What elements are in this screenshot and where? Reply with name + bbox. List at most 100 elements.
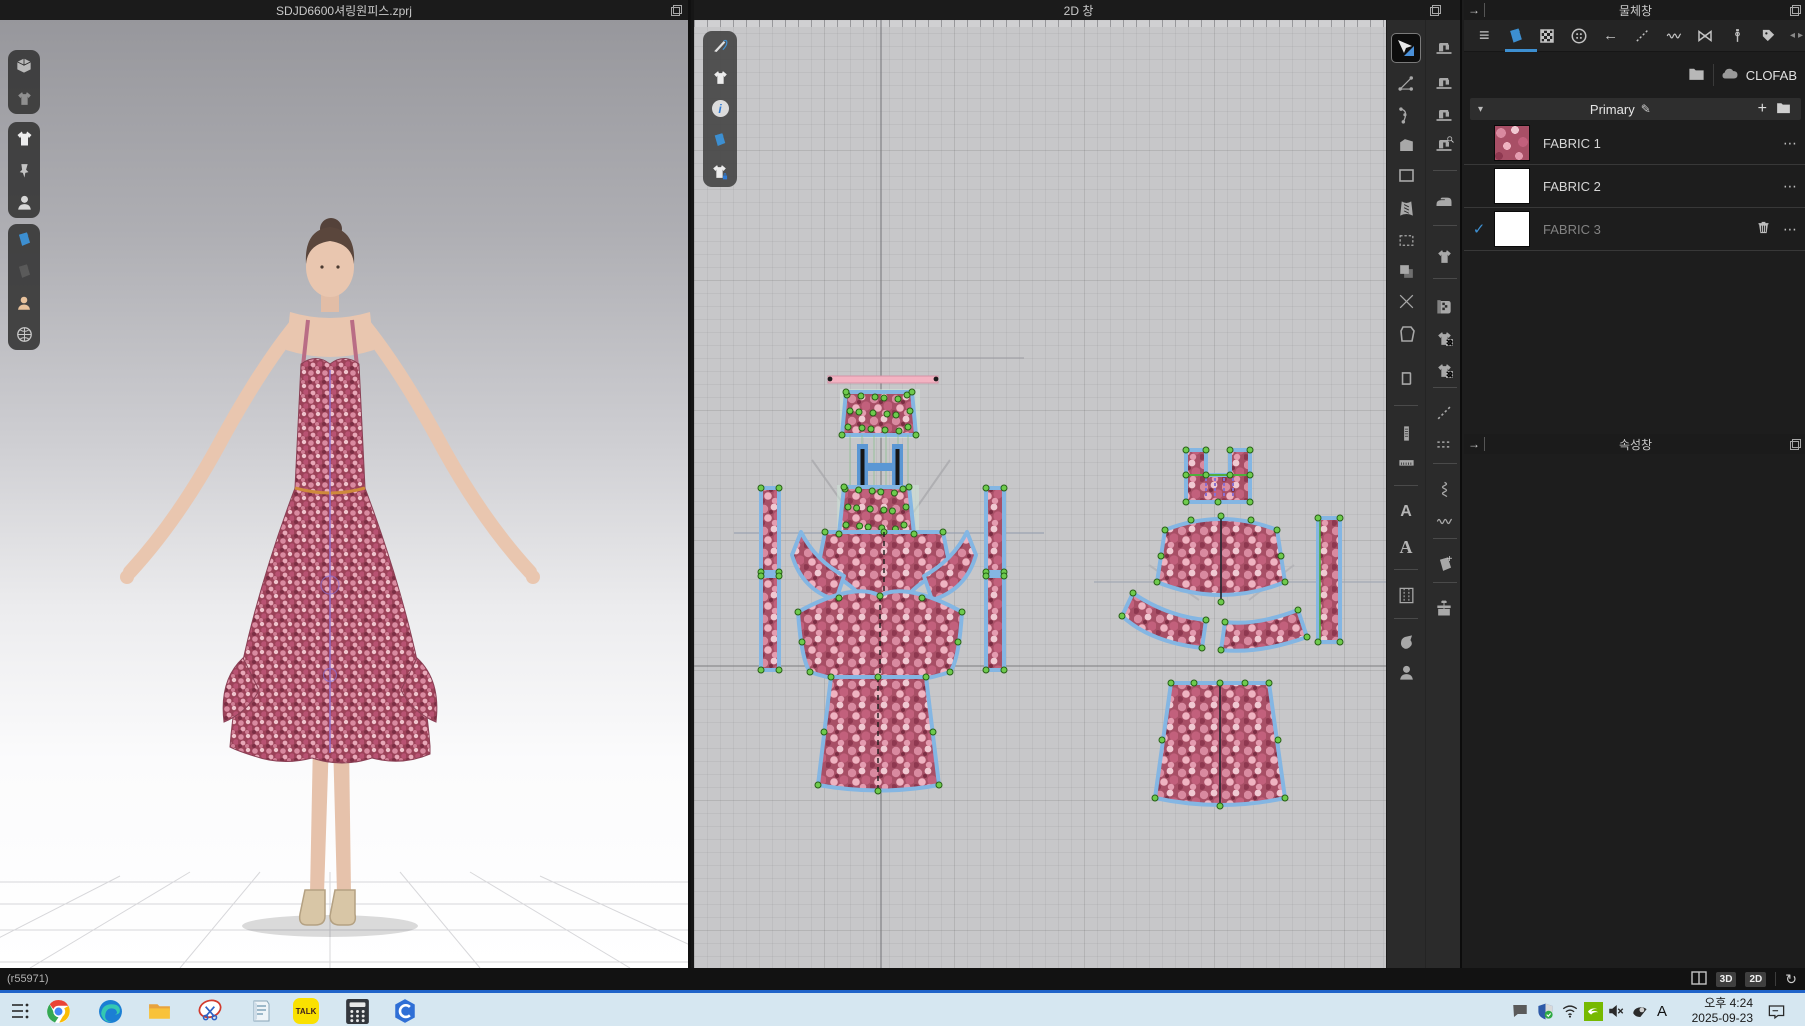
free-sewing-tool[interactable] (1430, 69, 1458, 97)
pattern-flounce-back-left[interactable] (1122, 593, 1206, 648)
pattern-side-strip-back[interactable] (1318, 518, 1340, 642)
quilting-tool[interactable] (1430, 594, 1458, 622)
show-pattern-book-tool[interactable] (1392, 364, 1420, 392)
fabric-roll-texture-tool[interactable] (1430, 292, 1458, 320)
text-cursor-tool[interactable]: A (1392, 498, 1420, 526)
grainline-tool[interactable] (1392, 287, 1420, 315)
tray-chat-icon[interactable] (1506, 997, 1534, 1025)
avatar-3d[interactable] (0, 20, 688, 968)
row-menu-icon[interactable]: ⋯ (1783, 221, 1797, 238)
pleat-tool[interactable] (1392, 581, 1420, 609)
3d-window-titlebar[interactable]: SDJD6600셔링원피스.zprj (0, 0, 688, 20)
text-tool[interactable]: A (1392, 533, 1420, 561)
taskview-icon[interactable] (6, 997, 34, 1025)
primary-section-bar[interactable]: ▾ Primary ✎ + (1470, 98, 1801, 120)
seam-ruler-horizontal-tool[interactable] (1392, 448, 1420, 476)
clo-app-icon[interactable] (391, 997, 419, 1025)
pattern-side-strip[interactable] (761, 488, 779, 572)
fabric-blue-icon[interactable] (12, 228, 36, 252)
notepad-icon[interactable] (247, 997, 275, 1025)
kakaotalk-icon[interactable]: TALK (292, 997, 320, 1025)
pattern-group-front[interactable] (758, 376, 1007, 794)
view-2d-button[interactable]: 2D (1745, 972, 1766, 987)
view-3d-button[interactable]: 3D (1716, 972, 1737, 987)
tack-tool[interactable] (1430, 430, 1458, 458)
needle-tool-icon[interactable] (708, 35, 732, 59)
snipping-tool-icon[interactable] (196, 997, 224, 1025)
undock-icon[interactable] (1790, 5, 1801, 16)
calculator-icon[interactable] (343, 997, 371, 1025)
clofab-label[interactable]: CLOFAB (1746, 68, 1797, 83)
pattern-flounce-back-right[interactable] (1221, 610, 1307, 651)
undock-icon[interactable] (1790, 439, 1801, 450)
add-fabric-tool[interactable]: + (1430, 550, 1458, 578)
clone-pattern-tool[interactable] (1392, 257, 1420, 285)
mn-sewing-tool[interactable] (1430, 101, 1458, 129)
texture-shirt-tool[interactable] (1430, 356, 1458, 384)
fabric-swatch[interactable] (1494, 211, 1530, 247)
undock-icon[interactable] (1430, 5, 1441, 16)
3d-viewport[interactable] (0, 20, 688, 968)
elastic-band-tool[interactable] (1430, 507, 1458, 535)
button-tab-icon[interactable] (1569, 25, 1590, 47)
globe-icon[interactable] (12, 322, 36, 346)
fabric-tab-icon[interactable] (1506, 25, 1527, 47)
info-icon[interactable]: i (708, 97, 732, 121)
garment-points-icon[interactable] (12, 86, 36, 110)
undock-icon[interactable] (671, 5, 682, 16)
chrome-icon[interactable] (44, 997, 72, 1025)
edit-pattern-tool[interactable] (1392, 69, 1420, 97)
puckering-tab-icon[interactable] (1664, 25, 1685, 47)
fabric-row-selected[interactable]: ✓ FABRIC 3 ⋯ (1464, 208, 1805, 251)
row-menu-icon[interactable]: ⋯ (1783, 135, 1797, 152)
rename-pencil-icon[interactable]: ✎ (1641, 102, 1651, 116)
collapse-arrow-icon[interactable]: → (1468, 3, 1485, 17)
file-explorer-icon[interactable] (145, 997, 173, 1025)
avatar-bust-icon[interactable] (12, 190, 36, 214)
2d-pattern-canvas[interactable]: i A (694, 20, 1463, 968)
topstitch-arrow-icon[interactable]: ← (1600, 25, 1621, 47)
add-fabric-button[interactable]: + (1758, 100, 1767, 118)
label-tab-icon[interactable] (1758, 25, 1779, 47)
tab-nav-left-icon[interactable]: ◂ (1790, 30, 1795, 41)
elastic-vertical-tool[interactable] (1430, 475, 1458, 503)
shirt-tool-icon[interactable] (708, 66, 732, 90)
sync-refresh-icon[interactable]: ↻ (1785, 972, 1797, 986)
fabric-dark-icon[interactable] (12, 259, 36, 283)
edit-curvature-tool[interactable] (1392, 101, 1420, 129)
tray-ime-korean[interactable]: A (1648, 997, 1676, 1025)
basting-tool[interactable] (1430, 398, 1458, 426)
trim-tab-icon[interactable] (1537, 25, 1558, 47)
seam-ruler-vertical-tool[interactable] (1392, 419, 1420, 447)
drape-fabric-tool[interactable] (1392, 628, 1420, 656)
fabric-row[interactable]: FABRIC 2 ⋯ (1464, 165, 1805, 208)
object-window-titlebar[interactable]: → 물체창 (1464, 0, 1805, 20)
2d-window-titlebar[interactable]: 2D 창 (694, 0, 1463, 20)
fabric-row[interactable]: FABRIC 1 ⋯ (1464, 122, 1805, 165)
pattern-group-back[interactable] (1119, 447, 1343, 809)
pattern-strap-band[interactable] (828, 376, 938, 383)
tab-nav-right-icon[interactable]: ▸ (1798, 30, 1803, 41)
notification-center-icon[interactable] (1762, 997, 1790, 1025)
avatar-head-icon[interactable] (12, 291, 36, 315)
taskbar-clock[interactable]: 오후 4:24 2025-09-23 (1692, 996, 1753, 1026)
row-menu-icon[interactable]: ⋯ (1783, 178, 1797, 195)
stitch-tab-icon[interactable] (1632, 25, 1653, 47)
fabric-swatch[interactable] (1494, 168, 1530, 204)
transform-pattern-tool[interactable] (1392, 34, 1420, 62)
edit-texture-shirt-tool[interactable] (1430, 324, 1458, 352)
rectangle-pattern-tool[interactable] (1392, 161, 1420, 189)
elastic-dart-tool[interactable] (1392, 226, 1420, 254)
pattern-side-strip[interactable] (986, 576, 1004, 670)
collapse-arrow-icon[interactable]: → (1468, 437, 1485, 451)
tray-defender-icon[interactable] (1531, 997, 1559, 1025)
clofab-logo-icon[interactable] (1721, 65, 1739, 86)
caret-down-icon[interactable]: ▾ (1478, 104, 1483, 115)
pattern-side-strip[interactable] (986, 488, 1004, 572)
zipper-tab-icon[interactable] (1727, 25, 1748, 47)
edge-icon[interactable] (96, 997, 124, 1025)
property-window-titlebar[interactable]: → 속성창 (1464, 434, 1805, 454)
bow-tab-icon[interactable] (1695, 25, 1716, 47)
select-garment-tool[interactable] (1430, 242, 1458, 270)
drape-avatar-tool[interactable] (1392, 658, 1420, 686)
